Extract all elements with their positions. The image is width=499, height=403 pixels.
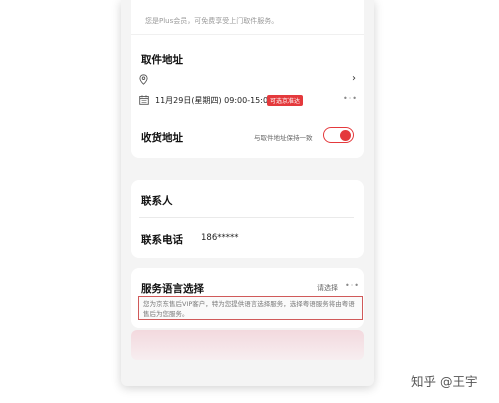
contact-phone-value[interactable]: 186***** [201,233,238,243]
language-info-box: 您为京东售后VIP客户，特为您提供语言选择服务，选择粤语服务将由粤语售后为您服务… [138,296,363,320]
divider [139,217,354,218]
language-select[interactable]: 请选择 [317,283,338,293]
phone-screen: 您是Plus会员，可免费享受上门取件服务。 取件地址 › 11月29日(星期四)… [121,0,374,386]
more-dots-icon[interactable]: •·• [343,94,358,103]
chevron-right-icon[interactable]: › [352,73,356,84]
bottom-fade [131,330,364,360]
contact-person-label: 联系人 [141,195,173,207]
jingzhunda-badge: 可选京准达 [267,95,304,106]
more-dots-icon[interactable]: •·• [345,281,360,290]
calendar-icon [139,95,149,105]
receive-address-title: 收货地址 [141,132,183,144]
same-address-toggle[interactable] [323,127,354,143]
zhihu-watermark: 知乎 @王宇 [411,374,478,389]
location-pin-icon [139,74,148,85]
pickup-date-time: 11月29日(星期四) 09:00-15:00 [155,96,274,105]
toggle-knob [340,130,351,141]
contact-phone-label: 联系电话 [141,234,183,246]
divider [131,34,364,35]
plus-member-notice: 您是Plus会员，可免费享受上门取件服务。 [145,17,279,25]
language-info-text: 您为京东售后VIP客户，特为您提供语言选择服务，选择粤语服务将由粤语售后为您服务… [143,300,355,318]
language-title: 服务语言选择 [141,283,204,295]
same-as-pickup-label: 与取件地址保持一致 [254,134,313,142]
pickup-address-title: 取件地址 [141,54,183,66]
